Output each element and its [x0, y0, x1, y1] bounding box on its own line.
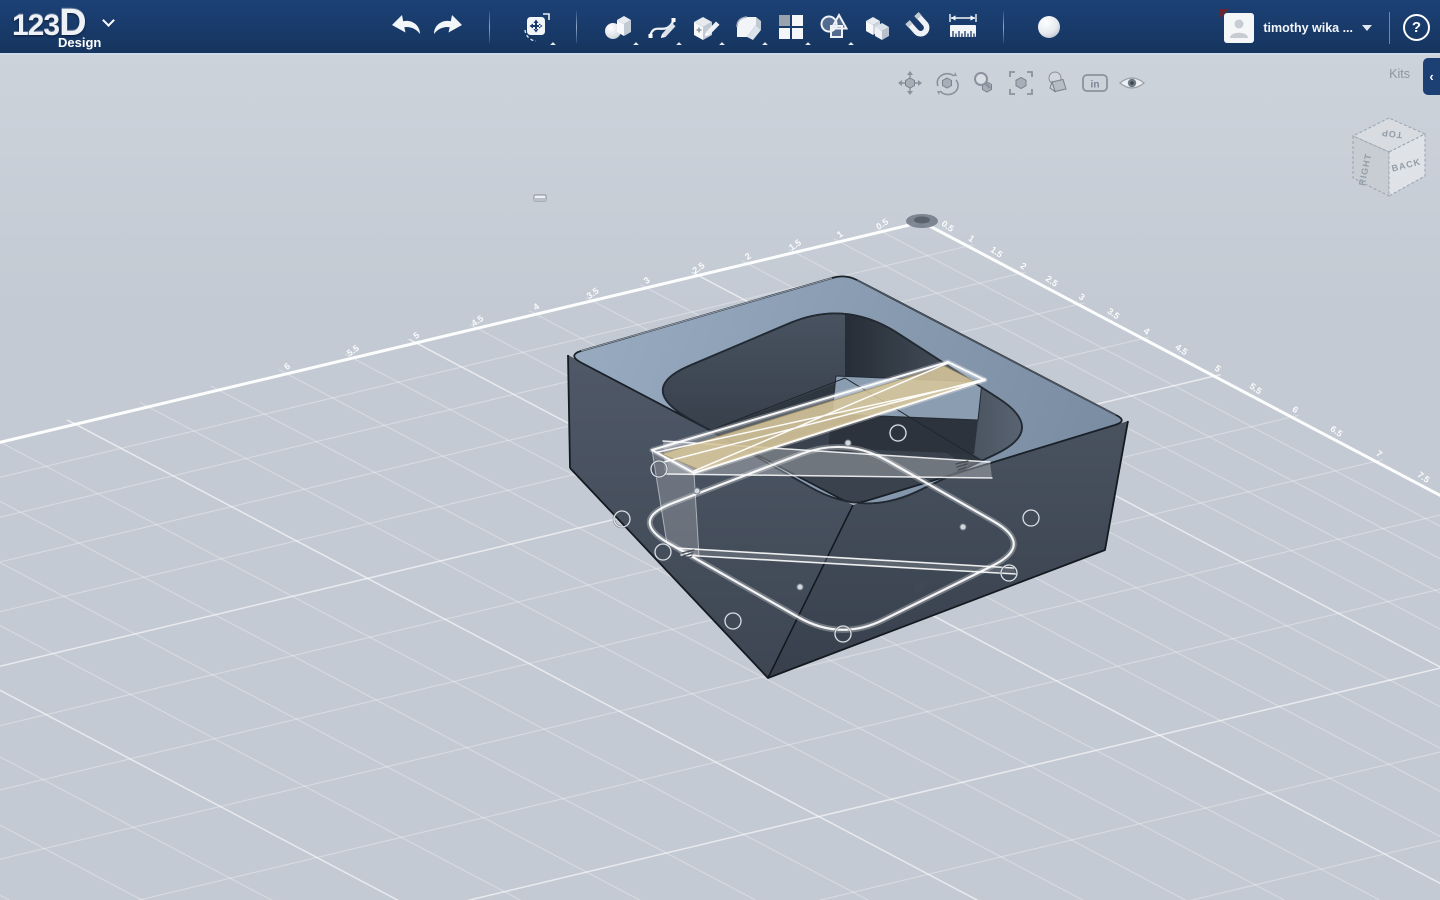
svg-text:5: 5 — [1213, 363, 1223, 374]
units-label: in — [1090, 80, 1099, 91]
toolbar-separator — [489, 11, 490, 43]
combine-button[interactable] — [856, 4, 898, 50]
zoom-button[interactable] — [967, 68, 1000, 98]
construct-icon — [694, 17, 720, 40]
redo-icon — [434, 15, 462, 34]
modify-button[interactable] — [727, 4, 769, 50]
collapse-chevron-icon: ‹ — [1429, 69, 1434, 84]
kits-label: Kits — [1389, 67, 1410, 81]
dropdown-caret — [633, 42, 639, 48]
dropdown-caret — [719, 42, 725, 48]
eye-icon — [1118, 77, 1145, 89]
modify-fillet-icon — [736, 16, 761, 40]
view-cube[interactable]: TOP RIGHT BACK — [1343, 110, 1435, 210]
units-icon: in — [1081, 74, 1108, 92]
distant-gizmo[interactable] — [533, 194, 547, 202]
toolbar-separator — [576, 11, 577, 43]
sketch-icon — [648, 18, 676, 38]
toolbar-separator — [1389, 11, 1390, 44]
snap-button[interactable] — [899, 4, 941, 50]
grouping-icon — [820, 12, 849, 38]
person-icon — [1230, 19, 1249, 38]
dropdown-caret — [676, 42, 682, 48]
help-button[interactable]: ? — [1403, 14, 1430, 41]
sphere-icon — [1038, 16, 1060, 38]
svg-text:4: 4 — [531, 301, 541, 312]
construct-button[interactable] — [684, 4, 726, 50]
logo-subtitle: Design — [58, 35, 102, 50]
logo-chevron-down-icon — [102, 14, 115, 27]
orbit-button[interactable] — [930, 68, 963, 98]
grouping-button[interactable] — [813, 4, 855, 50]
svg-text:1: 1 — [966, 233, 976, 244]
dropdown-caret — [550, 42, 556, 48]
material-appearance-button[interactable] — [1041, 68, 1074, 98]
svg-text:1: 1 — [835, 229, 845, 240]
material-sphere-button[interactable] — [1028, 4, 1070, 50]
measure-button[interactable] — [942, 4, 984, 50]
svg-text:5: 5 — [411, 330, 421, 341]
origin-marker — [906, 214, 938, 228]
user-name[interactable]: timothy wika ... — [1263, 21, 1353, 35]
toolbar-separator — [1003, 11, 1004, 43]
pan-button[interactable] — [893, 68, 926, 98]
redo-button[interactable] — [427, 4, 469, 50]
canvas-area: 0.5 1 1.5 2 2.5 3 3.5 4 4.5 5 5.5 6 6.5 7 7.5 0.5 1 1.5 2 2… — [0, 55, 1440, 900]
undo-button[interactable] — [385, 4, 427, 50]
svg-text:3: 3 — [642, 275, 652, 286]
material-icon — [1048, 71, 1067, 93]
transform-move-icon — [524, 13, 550, 42]
dropdown-caret — [848, 42, 854, 48]
transform-button[interactable] — [515, 4, 557, 50]
ruler-icon — [949, 14, 977, 37]
primitives-button[interactable] — [598, 4, 640, 50]
view-toolbar: in — [893, 68, 1148, 98]
app-logo[interactable]: 123D Design — [12, 2, 162, 54]
viewport-3d[interactable]: 0.511.522.533.544.555.566.577.50.511.522… — [0, 55, 1440, 900]
zoom-icon — [973, 72, 992, 93]
visibility-button[interactable] — [1115, 68, 1148, 98]
user-avatar[interactable] — [1220, 8, 1255, 43]
account-area: timothy wika ... ? — [1220, 0, 1430, 55]
sketch-button[interactable] — [641, 4, 683, 50]
model-box[interactable] — [567, 275, 1129, 679]
pan-icon — [897, 71, 922, 95]
kits-collapse-tab[interactable]: ‹ — [1423, 58, 1440, 95]
undo-icon — [392, 15, 420, 34]
svg-text:6: 6 — [282, 361, 292, 372]
svg-text:2: 2 — [1019, 261, 1029, 272]
svg-text:7: 7 — [1374, 448, 1384, 459]
dropdown-caret — [805, 42, 811, 48]
primitives-icon — [605, 16, 631, 39]
svg-text:2: 2 — [743, 251, 753, 262]
orbit-icon — [936, 72, 959, 96]
fit-view-button[interactable] — [1004, 68, 1037, 98]
svg-text:6: 6 — [1290, 404, 1300, 415]
svg-text:3: 3 — [1077, 291, 1087, 302]
account-caret-icon[interactable] — [1362, 24, 1372, 31]
pattern-icon — [779, 15, 803, 39]
fit-view-icon — [1008, 71, 1033, 95]
main-toolbar: 123D Design timothy wika ... ? — [0, 0, 1440, 55]
combine-icon — [866, 17, 889, 40]
svg-text:4: 4 — [1142, 326, 1152, 337]
dropdown-caret — [762, 42, 768, 48]
pattern-button[interactable] — [770, 4, 812, 50]
units-button[interactable]: in — [1078, 68, 1111, 98]
magnet-icon — [905, 12, 930, 37]
